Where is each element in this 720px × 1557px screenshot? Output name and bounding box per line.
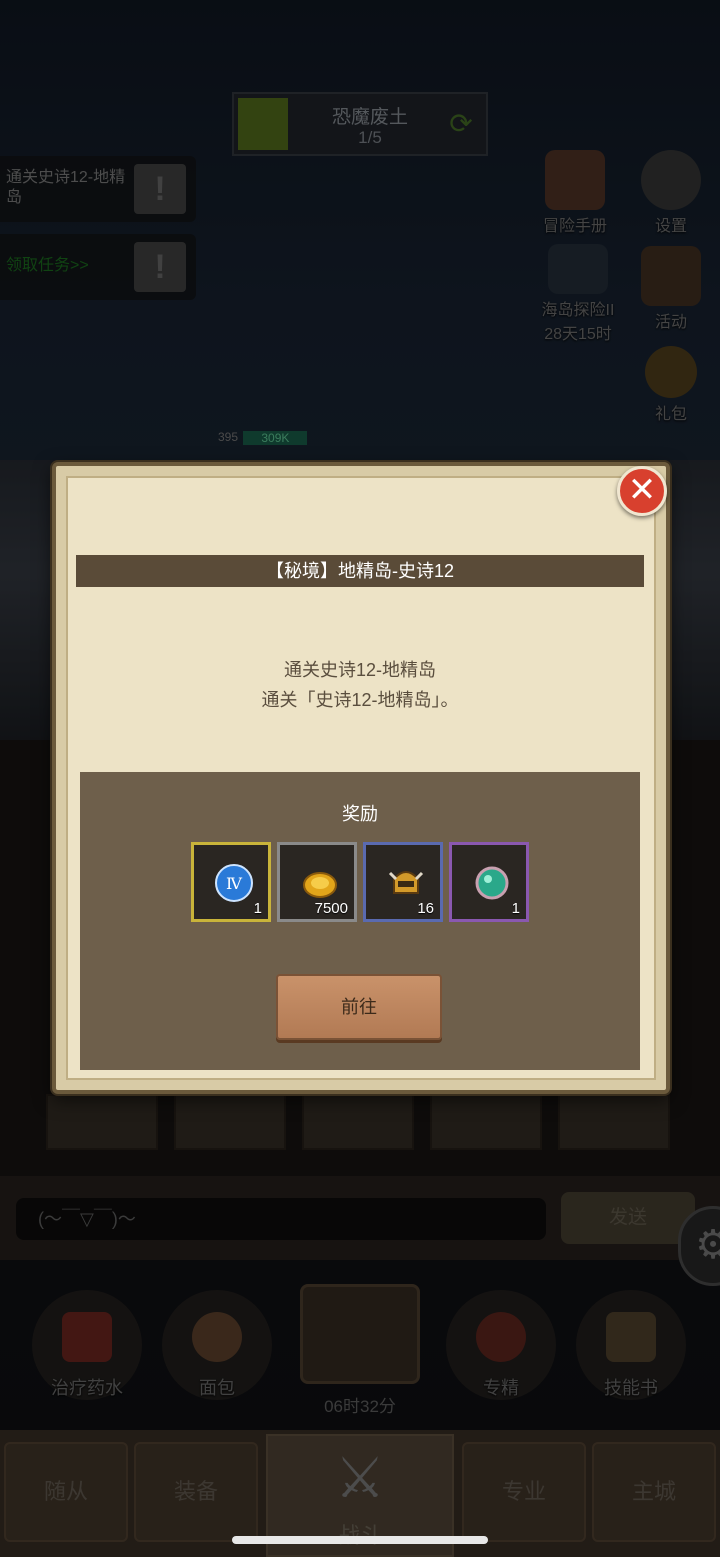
dialog-title: 【秘境】地精岛-史诗12 bbox=[76, 555, 644, 587]
reward-title: 奖励 bbox=[342, 804, 378, 824]
reward-item[interactable]: Ⅳ 1 bbox=[191, 842, 271, 922]
gem-orb-icon bbox=[475, 866, 509, 900]
reward-item[interactable]: 7500 bbox=[277, 842, 357, 922]
reward-count: 1 bbox=[511, 900, 520, 917]
quest-description: 通关「史诗12-地精岛」。 bbox=[261, 690, 459, 710]
reward-count: 16 bbox=[417, 900, 434, 917]
reward-item[interactable]: 1 bbox=[449, 842, 529, 922]
reward-count: 1 bbox=[253, 900, 262, 917]
reward-section: 奖励 Ⅳ 1 7500 16 1 前往 bbox=[80, 772, 640, 1070]
helmet-icon bbox=[388, 871, 424, 894]
reward-item[interactable]: 16 bbox=[363, 842, 443, 922]
close-icon[interactable]: ✕ bbox=[617, 466, 667, 516]
go-button[interactable]: 前往 bbox=[276, 974, 442, 1040]
svg-text:Ⅳ: Ⅳ bbox=[226, 874, 243, 893]
quest-name: 通关史诗12-地精岛 bbox=[283, 660, 436, 680]
rune-iv-icon: Ⅳ bbox=[215, 864, 253, 902]
gold-coin-icon bbox=[303, 872, 337, 898]
reward-count: 7500 bbox=[314, 900, 348, 917]
home-indicator[interactable] bbox=[232, 1536, 488, 1544]
